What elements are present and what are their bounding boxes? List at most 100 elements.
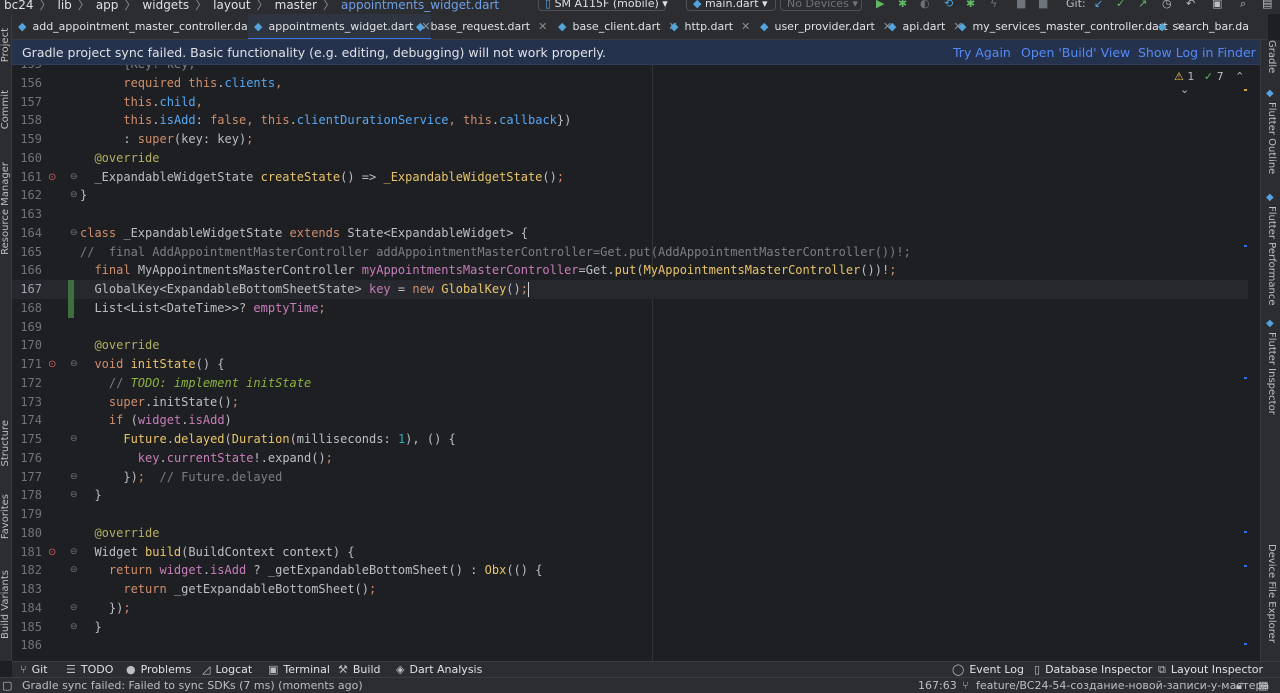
event-log-tool-button[interactable]: ◯ Event Log: [952, 662, 1024, 677]
editor-tab[interactable]: ◆ user_provider.dart ✕: [754, 14, 892, 39]
fold-icon[interactable]: ⊖: [70, 168, 78, 187]
run-config-selector[interactable]: ◆ main.dart ▾: [686, 0, 776, 11]
fold-icon[interactable]: ⊖: [70, 561, 78, 580]
stop-icon[interactable]: ■: [1016, 0, 1026, 10]
devices-selector[interactable]: No Devices ▾: [780, 0, 862, 11]
settings-icon[interactable]: ▣: [1212, 0, 1222, 10]
fold-icon[interactable]: ⊖: [70, 486, 78, 505]
code-line[interactable]: 155 {Key? key,: [12, 65, 1248, 74]
project-tool-tab[interactable]: Project: [0, 28, 11, 62]
logcat-tool-button[interactable]: ◿ Logcat: [202, 662, 252, 677]
fold-icon[interactable]: ⊖: [70, 468, 78, 487]
device-selector[interactable]: ▯ SM A115F (mobile) ▾: [538, 0, 668, 11]
code-line[interactable]: 176 key.currentState!.expand();: [12, 449, 1248, 468]
code-line[interactable]: 181 ⊙ ⊖ Widget build(BuildContext context)…: [12, 543, 1248, 562]
search-icon[interactable]: ⌕: [1240, 0, 1246, 11]
flutter-outline-tool-tab[interactable]: Flutter Outline: [1266, 102, 1277, 174]
code-line[interactable]: 172 // TODO: implement initState: [12, 374, 1248, 393]
editor-tab[interactable]: ◆ api.dart ✕: [882, 14, 963, 39]
override-gutter-icon[interactable]: ⊙: [48, 355, 56, 374]
code-line[interactable]: 167 GlobalKey<ExpandableBottomSheetState…: [12, 280, 1248, 299]
code-line[interactable]: 156 required this.clients,: [12, 74, 1248, 93]
profile-icon[interactable]: ◐: [920, 0, 930, 10]
code-line[interactable]: 182 ⊖ return widget.isAdd ? _getExpandabl…: [12, 561, 1248, 580]
code-line[interactable]: 179: [12, 505, 1248, 524]
lock-icon[interactable]: 🔓︎: [1236, 678, 1243, 693]
build-variants-tool-tab[interactable]: Build Variants: [0, 570, 11, 639]
code-line[interactable]: 173 super.initState();: [12, 393, 1248, 412]
problems-tool-button[interactable]: ● Problems: [126, 662, 191, 677]
close-icon[interactable]: ✕: [741, 20, 750, 33]
hot-reload-icon[interactable]: ✱: [966, 0, 975, 10]
git-branch[interactable]: feature/BC24-54-создание-новой-записи-у-…: [976, 678, 1269, 693]
push-icon[interactable]: ↗: [1138, 0, 1147, 10]
code-line[interactable]: 178 ⊖ }: [12, 486, 1248, 505]
override-gutter-icon[interactable]: ⊙: [48, 543, 56, 562]
code-line[interactable]: 184 ⊖ });: [12, 599, 1248, 618]
code-line[interactable]: 157 this.child,: [12, 93, 1248, 112]
fold-icon[interactable]: ⊖: [70, 599, 78, 618]
breadcrumb-item[interactable]: app: [96, 0, 119, 12]
structure-tool-tab[interactable]: Structure: [0, 420, 11, 467]
todo-tool-button[interactable]: ☰ TODO: [66, 662, 113, 677]
code-line[interactable]: 177 ⊖ }); // Future.delayed: [12, 468, 1248, 487]
status-message[interactable]: Gradle sync failed: Failed to sync SDKs …: [22, 678, 363, 693]
code-line[interactable]: 165 // final AddAppointmentMasterControll…: [12, 243, 1248, 262]
breadcrumb-item[interactable]: appointments_widget.dart: [341, 0, 499, 12]
update-project-icon[interactable]: ↙: [1094, 0, 1103, 10]
editor-tab[interactable]: ◆ http.dart ✕: [664, 14, 750, 39]
code-line[interactable]: 159 : super(key: key);: [12, 130, 1248, 149]
fold-icon[interactable]: ⊖: [70, 224, 78, 243]
notifications-icon[interactable]: ▦: [1258, 678, 1268, 693]
history-icon[interactable]: ◷: [1162, 0, 1172, 10]
editor-scrollbar[interactable]: [1242, 65, 1248, 661]
flash-icon[interactable]: ϟ: [990, 0, 997, 10]
show-log-link[interactable]: Show Log in Finder: [1138, 45, 1256, 60]
try-again-link[interactable]: Try Again: [953, 45, 1011, 60]
rollback-icon[interactable]: ↶: [1186, 0, 1195, 10]
editor-tab[interactable]: ◆add_appointment_master_controller.dart✕: [12, 14, 274, 39]
dart-analysis-tool-button[interactable]: ◈ Dart Analysis: [396, 662, 482, 677]
code-line[interactable]: 183 return _getExpandableBottomSheet();: [12, 580, 1248, 599]
breadcrumb-item[interactable]: bc24: [4, 0, 33, 12]
code-line[interactable]: 166 final MyAppointmentsMasterController…: [12, 261, 1248, 280]
code-line[interactable]: 171 ⊙ ⊖ void initState() {: [12, 355, 1248, 374]
resource-manager-tool-tab[interactable]: Resource Manager: [0, 162, 11, 255]
git-tool-button[interactable]: ⑂ Git: [20, 662, 48, 677]
database-inspector-tool-button[interactable]: ▯ Database Inspector: [1034, 662, 1152, 677]
vcs-change-marker[interactable]: [68, 298, 74, 318]
run-icon[interactable]: ▶: [876, 0, 884, 10]
code-line[interactable]: 168 List<List<DateTime>>? emptyTime;: [12, 298, 1248, 318]
fold-icon[interactable]: ⊖: [70, 186, 78, 205]
status-toggle-icon[interactable]: ▢: [2, 678, 12, 693]
fold-icon[interactable]: ⊖: [70, 543, 78, 562]
code-line[interactable]: 158 this.isAdd: false, this.clientDurati…: [12, 111, 1248, 130]
device-file-explorer-tool-tab[interactable]: Device File Explorer: [1266, 544, 1277, 643]
code-editor[interactable]: 155 {Key? key,156 required this.clients,…: [12, 65, 1260, 661]
code-line[interactable]: 162 ⊖}: [12, 186, 1248, 205]
fold-icon[interactable]: ⊖: [70, 355, 78, 374]
code-line[interactable]: 180 @override: [12, 524, 1248, 543]
code-line[interactable]: 174 if (widget.isAdd): [12, 411, 1248, 430]
chevron-down-icon[interactable]: ⌄: [1180, 83, 1189, 96]
editor-tab[interactable]: ◆ my_services_master_controller.dart ✕: [952, 14, 1185, 39]
code-line[interactable]: 163: [12, 205, 1248, 224]
debug-icon[interactable]: ✱: [898, 0, 907, 10]
code-line[interactable]: 185 ⊖ }: [12, 618, 1248, 637]
open-build-view-link[interactable]: Open 'Build' View: [1021, 45, 1130, 60]
code-line[interactable]: 169: [12, 318, 1248, 337]
code-line[interactable]: 186: [12, 636, 1248, 655]
build-tool-button[interactable]: ⚒ Build: [338, 662, 381, 677]
editor-tab[interactable]: ◆ base_request.dart ✕: [410, 14, 547, 39]
code-line[interactable]: 164 ⊖ class _ExpandableWidgetState extends…: [12, 224, 1248, 243]
code-line[interactable]: 160 @override: [12, 149, 1248, 168]
fold-icon[interactable]: ⊖: [70, 430, 78, 449]
commit-tool-tab[interactable]: Commit: [0, 90, 11, 129]
code-line[interactable]: 175 ⊖ Future.delayed(Duration(millisecond…: [12, 430, 1248, 449]
breadcrumb-item[interactable]: layout: [213, 0, 250, 12]
vcs-change-marker[interactable]: [68, 280, 74, 299]
editor-tab[interactable]: ◆ appointments_widget.dart ✕: [248, 14, 431, 39]
fold-icon[interactable]: ⊖: [70, 618, 78, 637]
editor-tab[interactable]: ◆ search_bar.da: [1152, 14, 1249, 39]
gradle-tool-tab[interactable]: Gradle: [1266, 40, 1277, 73]
